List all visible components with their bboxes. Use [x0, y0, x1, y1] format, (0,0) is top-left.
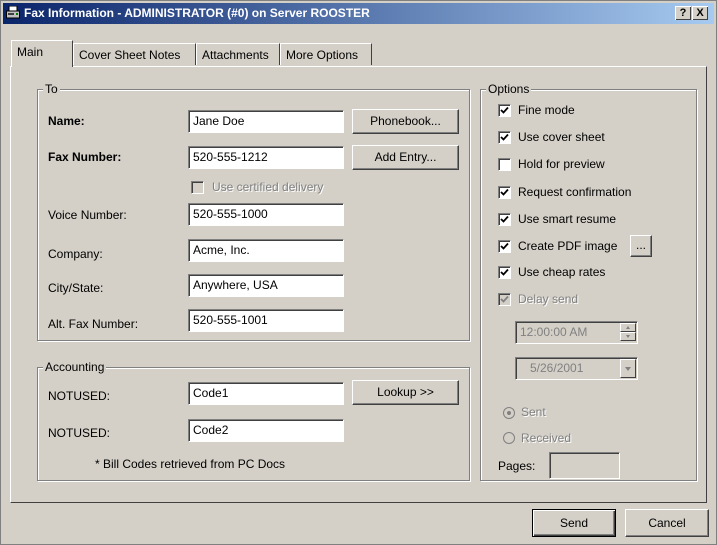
- pages-input[interactable]: [549, 452, 620, 479]
- use-cheap-rates-label: Use cheap rates: [518, 265, 606, 279]
- pages-label: Pages:: [498, 459, 536, 473]
- tab-attachments[interactable]: Attachments: [196, 43, 280, 65]
- fax-icon: [6, 6, 20, 19]
- request-confirmation-checkbox[interactable]: [498, 186, 511, 199]
- checkmark-icon: [500, 268, 509, 276]
- sent-radio[interactable]: [503, 407, 515, 419]
- checkmark-icon: [500, 242, 509, 250]
- tab-more-options-label: More Options: [286, 48, 359, 62]
- fax-information-dialog: Fax Information - ADMINISTRATOR (#0) on …: [0, 0, 717, 545]
- date-dropdown-button[interactable]: [620, 359, 636, 378]
- voice-number-input[interactable]: 520-555-1000: [188, 203, 344, 226]
- lookup-button[interactable]: Lookup >>: [352, 380, 459, 405]
- company-input[interactable]: Acme, Inc.: [188, 239, 344, 262]
- add-entry-button[interactable]: Add Entry...: [352, 145, 459, 170]
- time-spin-down[interactable]: [620, 332, 636, 341]
- alt-fax-number-input[interactable]: 520-555-1001: [188, 309, 344, 332]
- use-cover-sheet-checkbox[interactable]: [498, 131, 511, 144]
- notused-label-2: NOTUSED:: [48, 426, 111, 440]
- request-confirmation-label: Request confirmation: [518, 185, 632, 199]
- cancel-button[interactable]: Cancel: [625, 509, 709, 537]
- up-arrow-icon: [626, 326, 630, 329]
- window-title: Fax Information - ADMINISTRATOR (#0) on …: [24, 6, 370, 20]
- help-button[interactable]: ?: [675, 6, 691, 20]
- certified-delivery-label: Use certified delivery: [212, 180, 324, 194]
- received-radio[interactable]: [503, 432, 515, 444]
- phonebook-button[interactable]: Phonebook...: [352, 109, 459, 134]
- tab-more-options[interactable]: More Options: [280, 43, 372, 65]
- chevron-down-icon: [625, 367, 631, 371]
- fine-mode-label: Fine mode: [518, 103, 575, 117]
- title-bar[interactable]: Fax Information - ADMINISTRATOR (#0) on …: [3, 3, 714, 24]
- send-button[interactable]: Send: [532, 509, 616, 537]
- tab-attachments-label: Attachments: [202, 48, 269, 62]
- down-arrow-icon: [626, 335, 630, 338]
- use-cheap-rates-checkbox[interactable]: [498, 266, 511, 279]
- tab-main-label: Main: [17, 45, 44, 59]
- options-group-label: Options: [486, 82, 532, 96]
- to-group-label: To: [43, 82, 60, 96]
- bill-codes-note: * Bill Codes retrieved from PC Docs: [95, 457, 286, 471]
- sent-label: Sent: [521, 405, 546, 419]
- checkmark-icon: [500, 188, 509, 196]
- hold-for-preview-checkbox[interactable]: [498, 158, 511, 171]
- close-button[interactable]: X: [692, 6, 708, 20]
- options-group: [480, 89, 697, 481]
- delay-send-checkbox[interactable]: [498, 293, 511, 306]
- accounting-group-label: Accounting: [43, 360, 107, 374]
- use-smart-resume-label: Use smart resume: [518, 212, 617, 226]
- delay-send-label: Delay send: [518, 292, 579, 306]
- tab-cover-sheet-notes-label: Cover Sheet Notes: [79, 48, 181, 62]
- checkmark-icon: [500, 215, 509, 223]
- alt-fax-number-label: Alt. Fax Number:: [48, 317, 139, 331]
- name-label: Name:: [48, 114, 85, 128]
- fax-number-label: Fax Number:: [48, 150, 122, 164]
- tab-main[interactable]: Main: [11, 40, 73, 67]
- notused-label-1: NOTUSED:: [48, 389, 111, 403]
- create-pdf-image-checkbox[interactable]: [498, 240, 511, 253]
- received-label: Received: [521, 431, 572, 445]
- certified-delivery-checkbox[interactable]: [191, 181, 204, 194]
- voice-number-label: Voice Number:: [48, 208, 127, 222]
- company-label: Company:: [48, 247, 103, 261]
- bill-code-1-input[interactable]: Code1: [188, 382, 344, 405]
- time-spin-up[interactable]: [620, 323, 636, 332]
- city-state-label: City/State:: [48, 281, 104, 295]
- pdf-options-button[interactable]: ...: [630, 235, 652, 257]
- checkmark-icon: [500, 295, 509, 303]
- checkmark-icon: [500, 133, 509, 141]
- fax-number-input[interactable]: 520-555-1212: [188, 146, 344, 169]
- city-state-input[interactable]: Anywhere, USA: [188, 274, 344, 297]
- checkmark-icon: [500, 106, 509, 114]
- fine-mode-checkbox[interactable]: [498, 104, 511, 117]
- tab-cover-sheet-notes[interactable]: Cover Sheet Notes: [73, 43, 196, 65]
- use-cover-sheet-label: Use cover sheet: [518, 130, 605, 144]
- use-smart-resume-checkbox[interactable]: [498, 213, 511, 226]
- bill-code-2-input[interactable]: Code2: [188, 419, 344, 442]
- name-input[interactable]: Jane Doe: [188, 110, 344, 133]
- create-pdf-image-label: Create PDF image: [518, 239, 618, 253]
- hold-for-preview-label: Hold for preview: [518, 157, 605, 171]
